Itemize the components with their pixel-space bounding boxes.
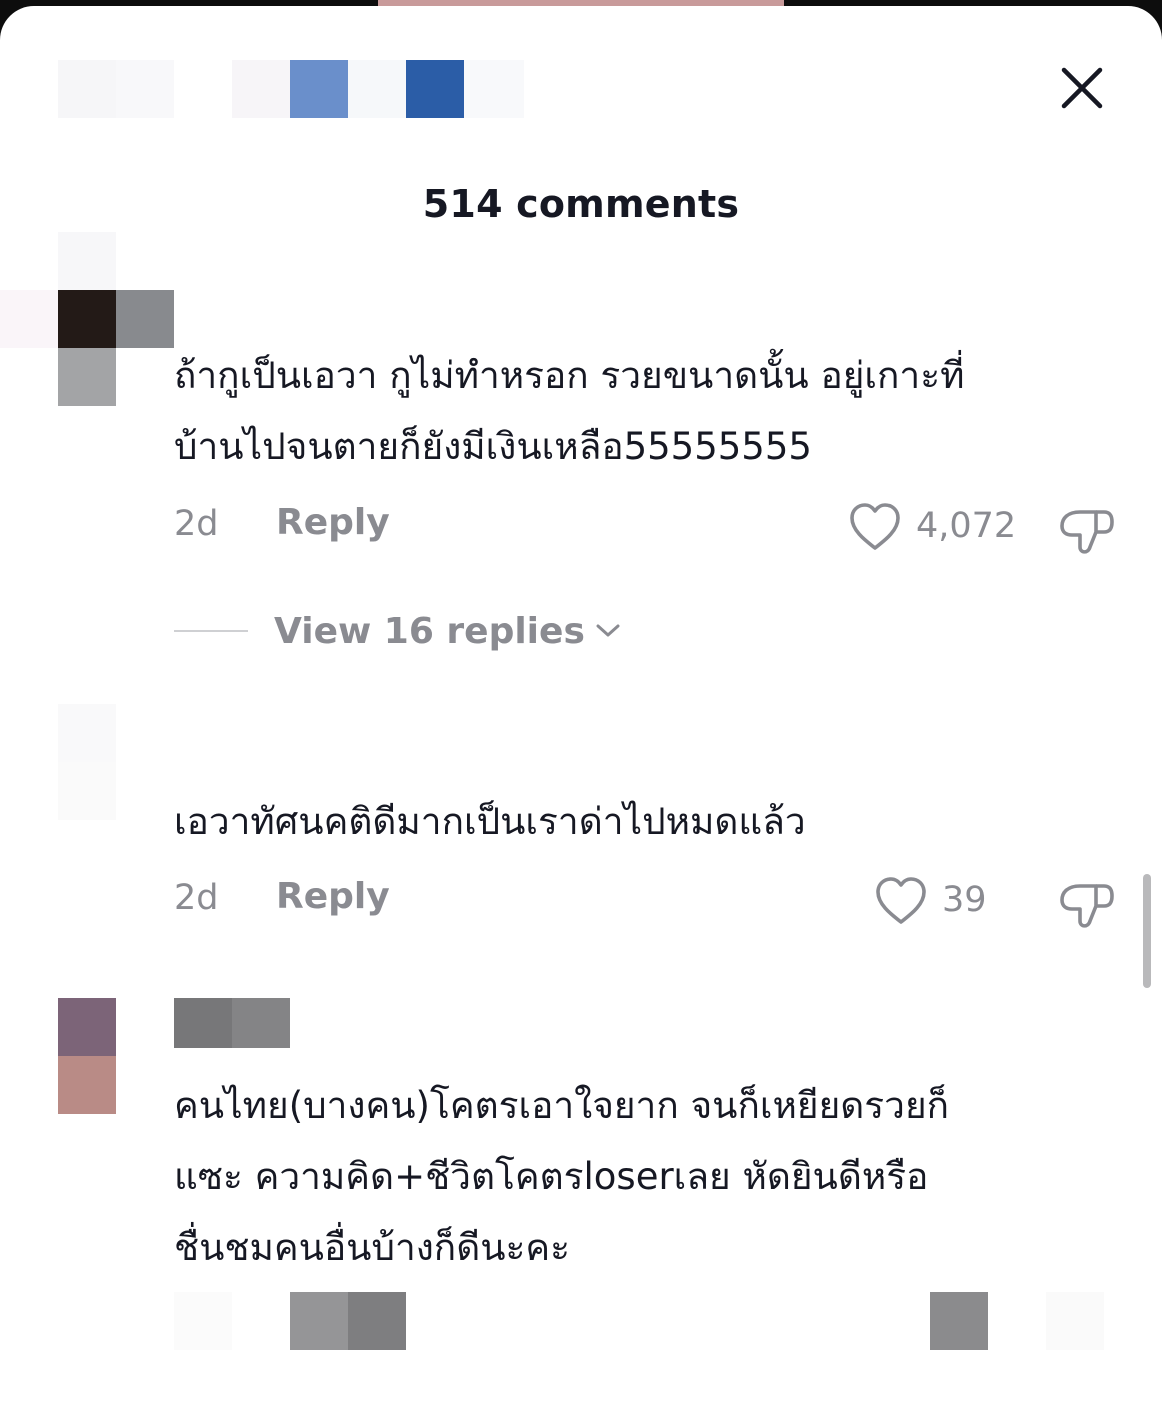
- censored-header-block: [58, 60, 524, 118]
- heart-icon[interactable]: [848, 502, 902, 552]
- heart-icon[interactable]: [874, 876, 928, 926]
- reply-button[interactable]: Reply: [276, 876, 390, 917]
- avatar[interactable]: [0, 232, 174, 412]
- comment-line: บ้านไปจนตายก็ยังมีเงินเหลือ55555555: [174, 425, 812, 468]
- avatar[interactable]: [58, 704, 116, 820]
- like-count: 4,072: [916, 506, 1017, 546]
- comment-time: 2d: [174, 504, 219, 544]
- close-icon[interactable]: [1058, 64, 1106, 112]
- chevron-down-icon: [596, 624, 620, 637]
- reply-button[interactable]: Reply: [276, 502, 390, 543]
- comment-text: ถ้ากูเป็นเอวา กูไม่ทำหรอก รวยขนาดนั้น อย…: [174, 340, 1124, 482]
- censored-username: [174, 998, 290, 1048]
- comment-time: 2d: [174, 878, 219, 918]
- dislike-icon[interactable]: [1058, 502, 1116, 558]
- dislike-icon[interactable]: [1058, 876, 1116, 932]
- comment-line: เอวาทัศนคติดีมากเป็นเราด่าไปหมดแล้ว: [174, 800, 806, 843]
- avatar[interactable]: [58, 998, 116, 1114]
- view-replies-label: View 16 replies: [274, 610, 585, 652]
- view-replies-button[interactable]: View 16 replies: [174, 606, 621, 656]
- comment-line: คนไทย(บางคน)โคตรเอาใจยาก จนก็เหยียดรวยก็: [174, 1084, 950, 1127]
- comment-text: คนไทย(บางคน)โคตรเอาใจยาก จนก็เหยียดรวยก็…: [174, 1070, 1124, 1283]
- divider: [174, 630, 248, 632]
- comments-count-title: 514 comments: [422, 182, 740, 226]
- comment-text: เอวาทัศนคติดีมากเป็นเราด่าไปหมดแล้ว: [174, 786, 1124, 857]
- comment-line: ถ้ากูเป็นเอวา กูไม่ทำหรอก รวยขนาดนั้น อย…: [174, 354, 965, 397]
- comment-line: ชื่นชมคนอื่นบ้างก็ดีนะคะ: [174, 1226, 571, 1269]
- censored-footer-block: [174, 1292, 1104, 1350]
- comment-line: แซะ ความคิด+ชีวิตโคตรloserเลย หัดยินดีหร…: [174, 1155, 929, 1198]
- comments-sheet: 514 comments ถ้ากูเป็นเอวา กูไม่ทำหรอก ร…: [0, 6, 1162, 1409]
- like-count: 39: [942, 880, 987, 920]
- scrollbar[interactable]: [1143, 874, 1151, 988]
